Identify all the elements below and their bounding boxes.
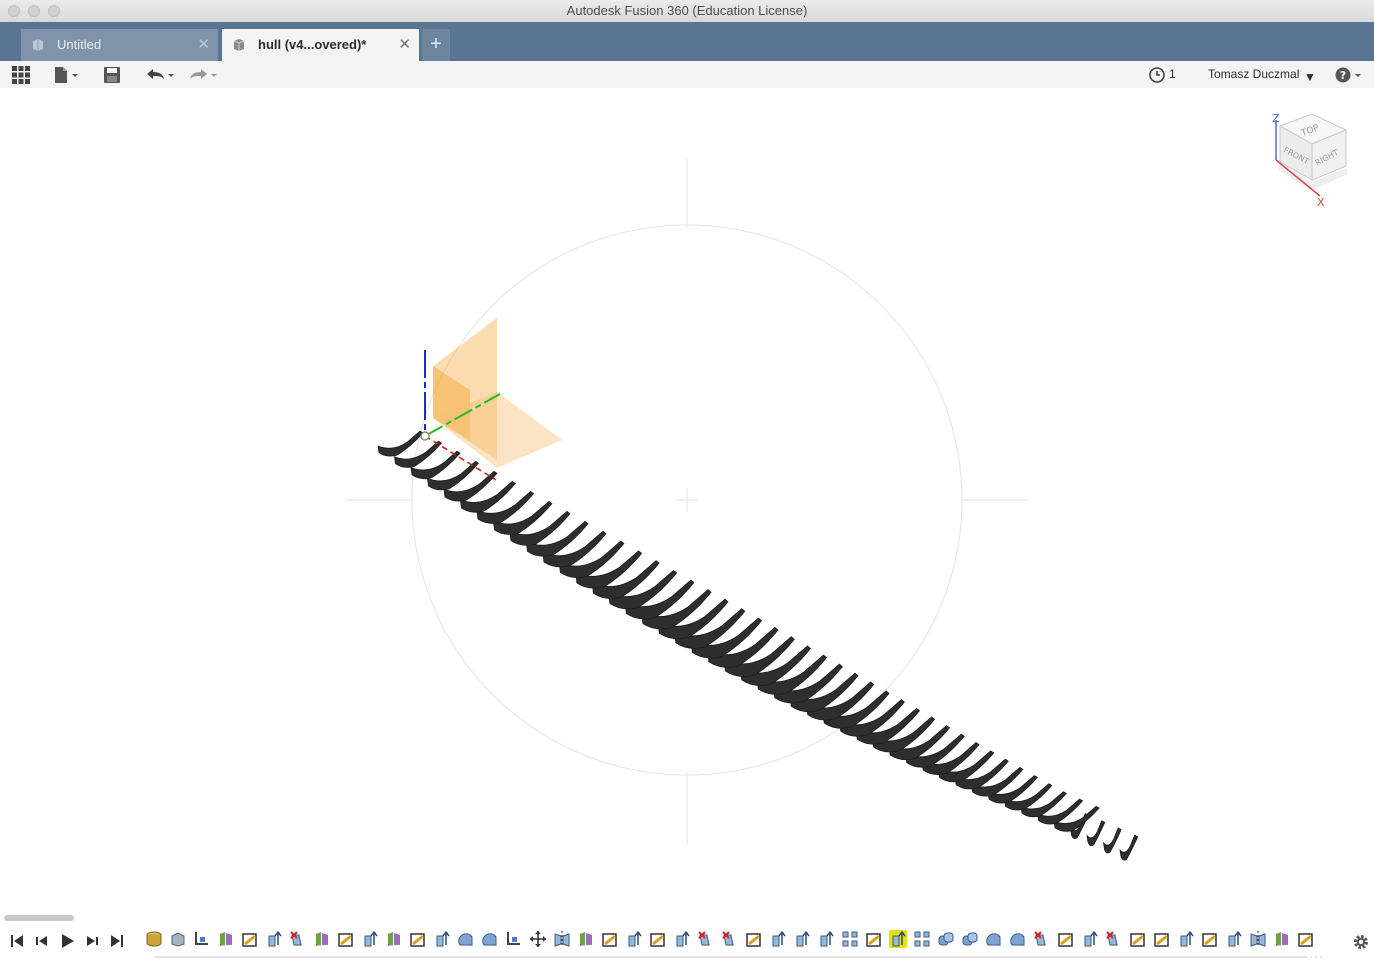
close-tab-icon[interactable]: ✕ (398, 29, 411, 61)
timeline-feature-plane-icon[interactable] (649, 930, 667, 948)
timeline-feature-body-icon[interactable] (217, 930, 235, 948)
new-tab-button[interactable]: + (422, 29, 450, 61)
document-icon (33, 39, 43, 51)
timeline-feature-extrude-icon[interactable] (793, 930, 811, 948)
timeline-feature-plane-icon[interactable] (1057, 930, 1075, 948)
timeline-feature-cylinder-icon[interactable] (145, 930, 163, 948)
timeline-feature-extrude-icon[interactable] (769, 930, 787, 948)
chevron-down-icon[interactable]: ▼ (1304, 70, 1316, 84)
timeline-feature-body-icon[interactable] (577, 930, 595, 948)
timeline-feature-plane-icon[interactable] (337, 930, 355, 948)
timeline-feature-pattern-icon[interactable] (913, 930, 931, 948)
svg-text:?: ? (1340, 69, 1346, 82)
timeline-feature-split-icon[interactable] (721, 930, 739, 948)
timeline-feature-combine-icon[interactable] (961, 930, 979, 948)
viewcube-z-axis-label: Z (1272, 112, 1280, 125)
document-tab-bar: Untitled ✕ hull (v4...overed)* ✕ (0, 22, 1374, 61)
hull-sections[interactable] (377, 430, 1139, 861)
timeline-feature-split-icon[interactable] (697, 930, 715, 948)
timeline-feature-shell-icon[interactable] (457, 930, 475, 948)
timeline-feature-extrude-icon[interactable] (889, 930, 907, 948)
timeline-feature-body-icon[interactable] (385, 930, 403, 948)
go-to-end-icon[interactable] (109, 933, 125, 949)
timeline-panel (0, 911, 1374, 963)
timeline-feature-plane-icon[interactable] (409, 930, 427, 948)
tab-label: hull (v4...overed)* (258, 37, 367, 52)
timeline-feature-plane-icon[interactable] (1201, 930, 1219, 948)
timeline-feature-plane-icon[interactable] (1153, 930, 1171, 948)
timeline-feature-pattern-icon[interactable] (841, 930, 859, 948)
window-title: Autodesk Fusion 360 (Education License) (566, 3, 808, 18)
timeline-feature-extrude-icon[interactable] (1225, 930, 1243, 948)
hull-section[interactable] (1086, 820, 1106, 847)
tab-hull[interactable]: hull (v4...overed)* ✕ (222, 29, 419, 61)
job-status-clock-icon[interactable] (1148, 65, 1166, 85)
top-toolbar: 1 Tomasz Duczmal ▼ ? (0, 61, 1374, 89)
timeline-feature-split-icon[interactable] (1033, 930, 1051, 948)
horizontal-scrollbar[interactable] (4, 915, 74, 921)
hull-section[interactable] (1102, 827, 1122, 854)
timeline-feature-plane-icon[interactable] (241, 930, 259, 948)
construction-plane[interactable] (433, 318, 562, 468)
timeline-feature-extrude-icon[interactable] (625, 930, 643, 948)
timeline-feature-combine-icon[interactable] (937, 930, 955, 948)
hull-section[interactable] (1119, 834, 1139, 861)
step-back-icon[interactable] (34, 933, 50, 949)
timeline-feature-shell-icon[interactable] (481, 930, 499, 948)
gear-icon[interactable] (1352, 933, 1370, 951)
timeline-feature-plane-icon[interactable] (601, 930, 619, 948)
timeline-feature-sketch-icon[interactable] (193, 930, 211, 948)
timeline-feature-shell-icon[interactable] (1009, 930, 1027, 948)
window-titlebar: Autodesk Fusion 360 (Education License) (0, 0, 1374, 23)
close-window-button[interactable] (8, 5, 20, 17)
timeline-feature-extrude-icon[interactable] (265, 930, 283, 948)
timeline-feature-mirror-icon[interactable] (1249, 930, 1267, 948)
document-icon (233, 39, 245, 51)
play-icon[interactable] (59, 933, 75, 949)
user-name[interactable]: Tomasz Duczmal (1208, 67, 1299, 81)
undo-icon[interactable] (143, 65, 177, 85)
timeline-feature-move-icon[interactable] (529, 930, 547, 948)
tab-label: Untitled (57, 37, 102, 52)
canvas-viewport[interactable]: TOP FRONT RIGHT Z X (0, 88, 1374, 911)
redo-icon[interactable] (186, 65, 220, 85)
job-status-count[interactable]: 1 (1169, 67, 1176, 81)
viewcube[interactable]: TOP FRONT RIGHT Z X (1262, 108, 1360, 212)
timeline-track (155, 956, 1325, 958)
zoom-window-button[interactable] (48, 5, 60, 17)
timeline-feature-sketch-icon[interactable] (505, 930, 523, 948)
viewcube-x-axis-label: X (1317, 196, 1325, 209)
hull-section[interactable] (410, 450, 461, 480)
timeline-feature-plane-icon[interactable] (865, 930, 883, 948)
model-canvas[interactable] (0, 88, 1374, 911)
save-icon[interactable] (103, 65, 121, 85)
timeline-feature-extrude-icon[interactable] (1177, 930, 1195, 948)
timeline-feature-box-icon[interactable] (169, 930, 187, 948)
timeline-feature-extrude-icon[interactable] (433, 930, 451, 948)
help-icon[interactable]: ? (1334, 65, 1364, 85)
file-menu-icon[interactable] (53, 65, 81, 85)
timeline-feature-plane-icon[interactable] (745, 930, 763, 948)
step-forward-icon[interactable] (84, 933, 100, 949)
timeline-feature-extrude-icon[interactable] (361, 930, 379, 948)
timeline-feature-shell-icon[interactable] (985, 930, 1003, 948)
timeline-feature-extrude-icon[interactable] (1081, 930, 1099, 948)
close-tab-icon[interactable]: ✕ (197, 29, 210, 61)
go-to-start-icon[interactable] (9, 933, 25, 949)
timeline-feature-split-icon[interactable] (289, 930, 307, 948)
data-panel-grid-icon[interactable] (11, 65, 31, 85)
timeline-feature-extrude-icon[interactable] (817, 930, 835, 948)
timeline-feature-mirror-icon[interactable] (553, 930, 571, 948)
minimize-window-button[interactable] (28, 5, 40, 17)
timeline-feature-extrude-icon[interactable] (673, 930, 691, 948)
timeline-feature-plane-icon[interactable] (1129, 930, 1147, 948)
timeline-feature-split-icon[interactable] (1105, 930, 1123, 948)
timeline-feature-body-icon[interactable] (1273, 930, 1291, 948)
timeline-feature-plane-icon[interactable] (1297, 930, 1315, 948)
timeline-feature-body-icon[interactable] (313, 930, 331, 948)
tab-untitled[interactable]: Untitled ✕ (21, 29, 218, 61)
